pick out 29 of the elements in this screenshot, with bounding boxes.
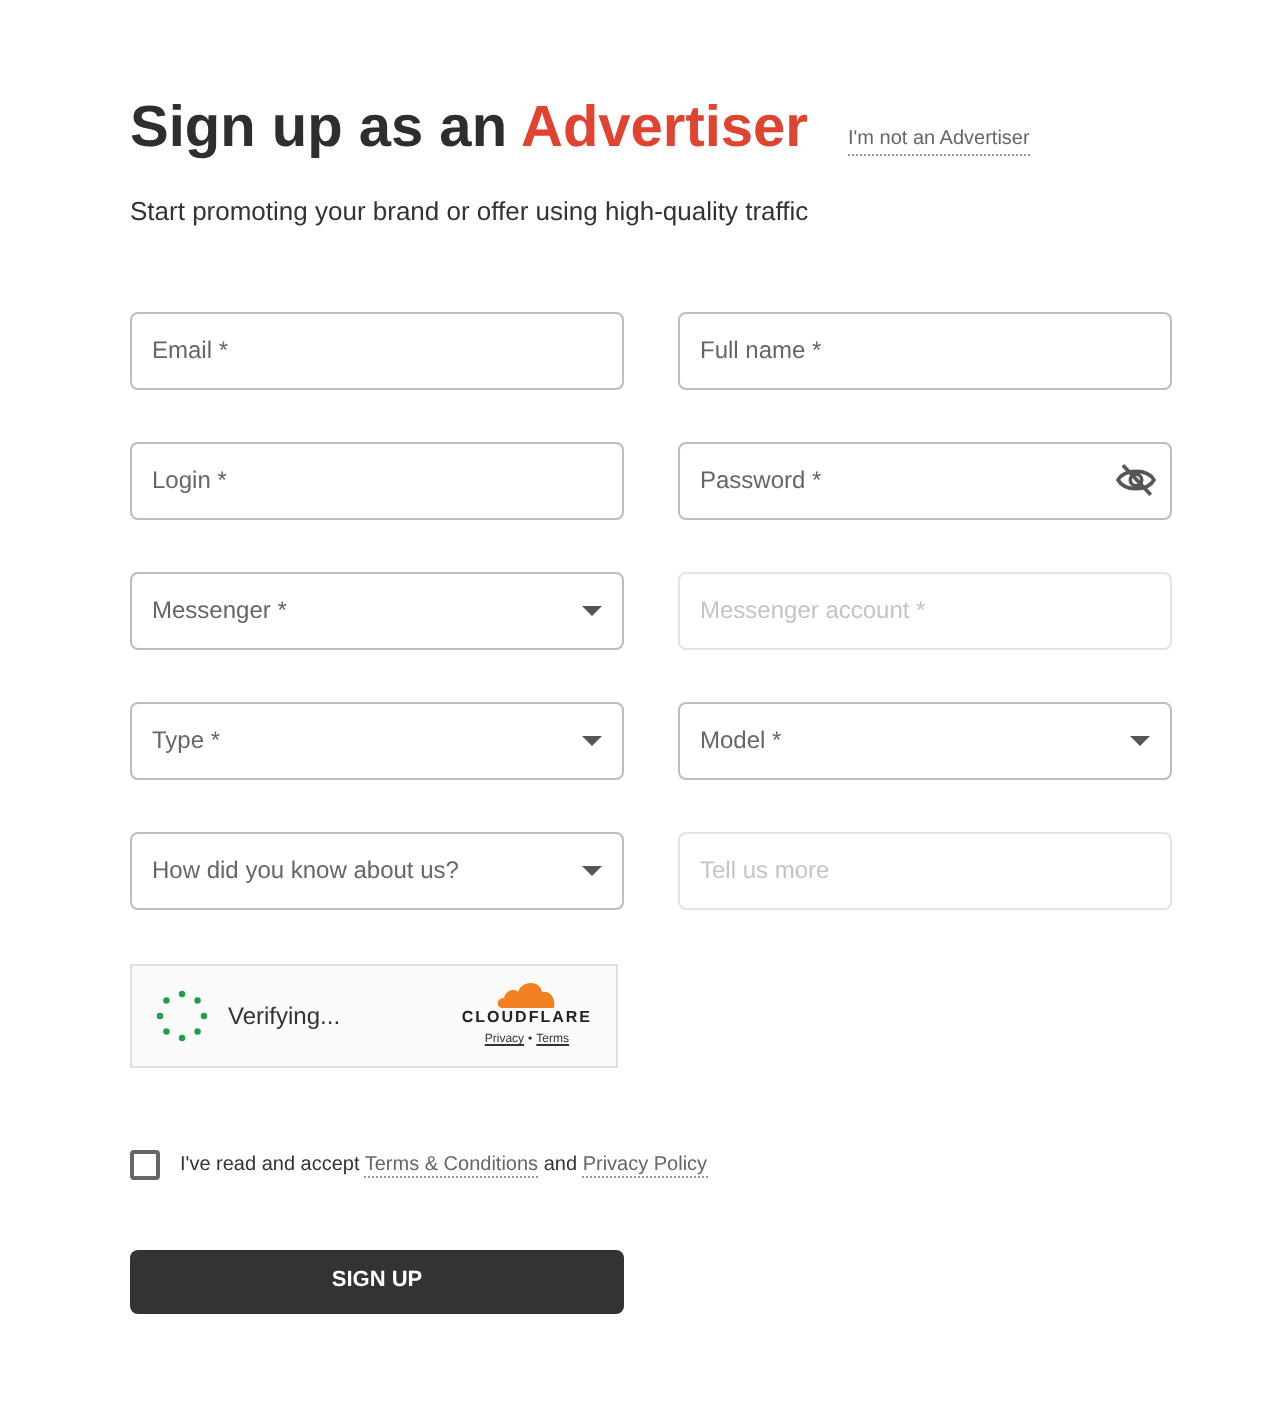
dropdown-placeholder: Messenger * (152, 594, 287, 628)
agreement-text: I've read and accept Terms & Conditions and Privacy Policy (180, 1151, 708, 1179)
privacy-link[interactable]: Privacy Policy (582, 1153, 708, 1177)
captcha-brand: CLOUDFLARE (461, 1008, 592, 1028)
terms-link[interactable]: Terms & Conditions (364, 1153, 539, 1177)
dropdown-caret-icon (582, 865, 602, 875)
dropdown-field[interactable]: Messenger * (130, 571, 624, 649)
dropdown-placeholder: How did you know about us? (152, 854, 459, 888)
spinner-icon (156, 989, 208, 1041)
page-title: Sign up as an Advertiser (130, 94, 808, 164)
text-field[interactable]: Full name * (678, 311, 1172, 389)
subtitle: Start promoting your brand or offer using high-quality traffic (130, 194, 811, 230)
text-field[interactable]: Email * (130, 311, 624, 389)
agreement-checkbox[interactable] (130, 1149, 160, 1179)
dropdown-caret-icon (582, 605, 602, 615)
captcha-status: Verifying... (228, 999, 341, 1033)
dropdown-placeholder: Model * (700, 724, 782, 758)
dropdown-field[interactable]: Model * (678, 701, 1172, 779)
sign-up-button[interactable]: SIGN UP (130, 1249, 624, 1313)
switch-role-link[interactable]: I'm not an Advertiser (847, 124, 1030, 156)
dropdown-field[interactable]: Type * (130, 701, 624, 779)
dropdown-caret-icon (582, 735, 602, 745)
password-field[interactable]: Password * (678, 441, 1172, 519)
eye-slash-icon[interactable] (1116, 461, 1156, 497)
dropdown-caret-icon (1130, 735, 1150, 745)
dropdown-field[interactable]: How did you know about us? (130, 831, 624, 909)
dropdown-placeholder: Type * (152, 724, 221, 758)
cloud-logo-icon (496, 980, 557, 1008)
text-field[interactable]: Login * (130, 441, 624, 519)
